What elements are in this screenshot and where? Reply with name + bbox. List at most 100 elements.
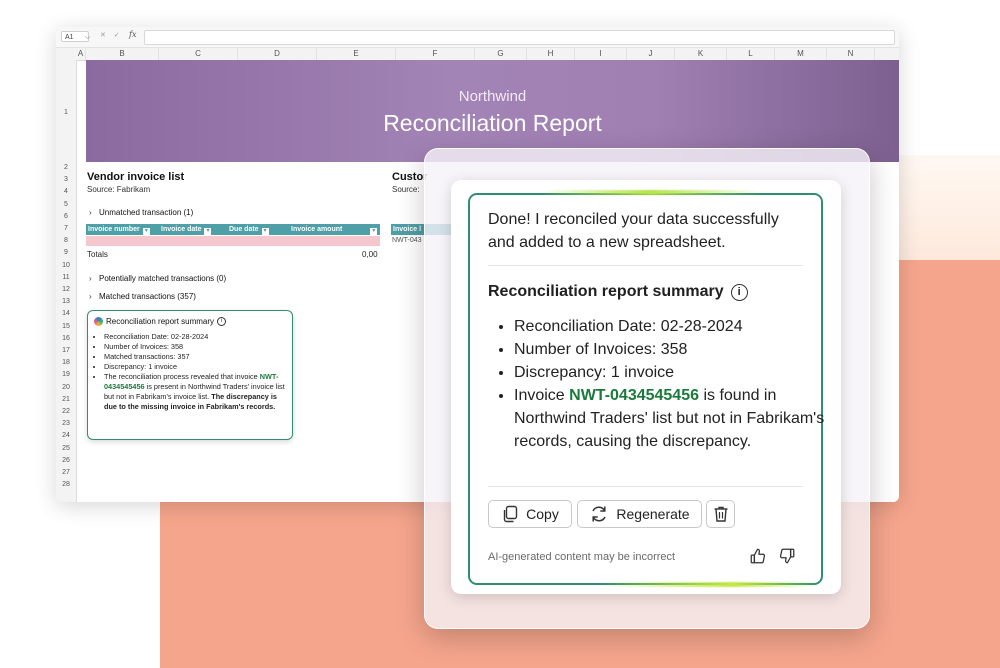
row-header-22[interactable]: 22 (56, 407, 76, 416)
row-header-11[interactable]: 11 (56, 273, 76, 282)
column-header-j[interactable]: J (627, 48, 675, 60)
delete-button[interactable] (706, 500, 735, 528)
vendor-section-title: Vendor invoice list (87, 171, 185, 183)
potential-matches-toggle[interactable]: › Potentially matched transactions (0) (89, 274, 226, 283)
row-header-12[interactable]: 12 (56, 285, 76, 294)
formula-cancel-confirm-icons[interactable]: ✕ ✓ (100, 31, 123, 39)
column-header-n[interactable]: N (827, 48, 875, 60)
totals-value: 0,00 (362, 250, 378, 259)
row-header-28[interactable]: 28 (56, 480, 76, 489)
mini-card-title: Reconciliation report summary i (94, 317, 286, 326)
row-header-25[interactable]: 25 (56, 444, 76, 453)
list-item: Discrepancy: 1 invoice (514, 361, 834, 384)
name-box-value: A1 (65, 34, 74, 41)
summary-title-text: Reconciliation report summary (488, 283, 724, 300)
row-header-5[interactable]: 5 (56, 200, 76, 209)
row-header-23[interactable]: 23 (56, 419, 76, 428)
row-header-3[interactable]: 3 (56, 175, 76, 184)
totals-label: Totals (87, 250, 108, 259)
row-header-1[interactable]: 1 (56, 108, 76, 117)
copy-button[interactable]: Copy (488, 500, 572, 528)
unmatched-row[interactable] (86, 236, 380, 246)
list-item: Reconciliation Date: 02-28-2024 (514, 315, 834, 338)
column-header-k[interactable]: K (675, 48, 727, 60)
row-header-19[interactable]: 19 (56, 370, 76, 379)
header-label: Invoice date (161, 226, 202, 233)
row-header-6[interactable]: 6 (56, 212, 76, 221)
header-invoice-number[interactable]: Invoice number ▾ (86, 224, 150, 235)
column-header-a[interactable]: A (76, 48, 86, 60)
vendor-table-header: Invoice number ▾ Invoice date ▾ Due date ▾ … (86, 224, 380, 235)
filter-dropdown-icon[interactable]: ▾ (370, 228, 378, 235)
row-header-13[interactable]: 13 (56, 297, 76, 306)
customer-invoice-cell[interactable]: NWT-043 (392, 237, 422, 244)
info-icon[interactable]: i (730, 283, 748, 301)
mini-card-title-text: Reconciliation report summary (106, 317, 215, 326)
mini-card-list: Reconciliation Date: 02-28-2024 Number o… (94, 332, 286, 412)
column-header-h[interactable]: H (527, 48, 575, 60)
row-header-27[interactable]: 27 (56, 468, 76, 477)
row-header-10[interactable]: 10 (56, 261, 76, 270)
row-header-18[interactable]: 18 (56, 358, 76, 367)
unmatched-transactions-toggle[interactable]: › Unmatched transaction (1) (89, 208, 193, 217)
matched-transactions-toggle[interactable]: › Matched transactions (357) (89, 292, 196, 301)
info-icon[interactable]: i (217, 317, 227, 326)
copilot-logo-icon (94, 317, 103, 326)
row-header-8[interactable]: 8 (56, 236, 76, 245)
chevron-down-icon[interactable]: ⌵ (85, 32, 90, 43)
regenerate-button[interactable]: Regenerate (577, 500, 702, 528)
row-headers: 1 2 3 4 5 6 7 8 9 10 11 12 13 14 15 16 17 18 19 20 21 22 23 24 2… (56, 60, 77, 502)
column-header-g[interactable]: G (475, 48, 527, 60)
regenerate-icon (592, 506, 607, 522)
column-header-d[interactable]: D (238, 48, 317, 60)
row-header-2[interactable]: 2 (56, 163, 76, 172)
divider (488, 486, 803, 487)
item-text: Invoice (514, 387, 570, 404)
row-header-15[interactable]: 15 (56, 322, 76, 331)
thumbs-down-icon[interactable] (778, 547, 796, 565)
matched-label: Matched transactions (357) (99, 292, 196, 301)
filter-dropdown-icon[interactable]: ▾ (142, 228, 150, 235)
glow-accent (540, 190, 760, 195)
regenerate-label: Regenerate (616, 506, 690, 522)
row-header-24[interactable]: 24 (56, 431, 76, 440)
copilot-message: Done! I reconciled your data successfull… (488, 211, 779, 251)
invoice-id: NWT-0434545456 (569, 387, 699, 404)
thumbs-up-icon[interactable] (749, 547, 767, 565)
column-header-e[interactable]: E (317, 48, 396, 60)
row-header-9[interactable]: 9 (56, 248, 76, 257)
list-item: Number of Invoices: 358 (514, 338, 834, 361)
header-invoice-amount[interactable]: Invoice amount ▾ (289, 224, 378, 235)
row-header-17[interactable]: 17 (56, 346, 76, 355)
function-icon[interactable]: fx (129, 30, 136, 39)
summary-list: Reconciliation Date: 02-28-2024 Number o… (488, 315, 834, 453)
ai-disclaimer: AI-generated content may be incorrect (488, 551, 676, 563)
list-item: Matched transactions: 357 (104, 352, 286, 362)
column-header-l[interactable]: L (727, 48, 775, 60)
chevron-right-icon: › (89, 208, 92, 217)
customer-section-title: Custor (392, 171, 428, 183)
list-item: Discrepancy: 1 invoice (104, 362, 286, 372)
header-due-date[interactable]: Due date ▾ (227, 224, 269, 235)
row-header-20[interactable]: 20 (56, 383, 76, 392)
column-header-b[interactable]: B (86, 48, 159, 60)
column-header-m[interactable]: M (775, 48, 827, 60)
column-header-c[interactable]: C (159, 48, 238, 60)
header-label: Due date (229, 226, 259, 233)
item-text: The reconciliation process revealed that… (104, 372, 260, 381)
row-header-16[interactable]: 16 (56, 334, 76, 343)
name-box[interactable]: A1 ⌵ (61, 31, 90, 43)
row-header-4[interactable]: 4 (56, 187, 76, 196)
row-header-21[interactable]: 21 (56, 395, 76, 404)
column-header-i[interactable]: I (575, 48, 627, 60)
copy-icon (503, 505, 518, 523)
column-header-f[interactable]: F (396, 48, 475, 60)
row-header-26[interactable]: 26 (56, 456, 76, 465)
formula-input[interactable] (144, 30, 895, 45)
filter-dropdown-icon[interactable]: ▾ (261, 228, 269, 235)
row-header-7[interactable]: 7 (56, 224, 76, 233)
row-header-14[interactable]: 14 (56, 309, 76, 318)
filter-dropdown-icon[interactable]: ▾ (204, 228, 212, 235)
header-invoice-date[interactable]: Invoice date ▾ (159, 224, 212, 235)
embedded-summary-card: Reconciliation report summary i Reconcil… (87, 310, 293, 440)
